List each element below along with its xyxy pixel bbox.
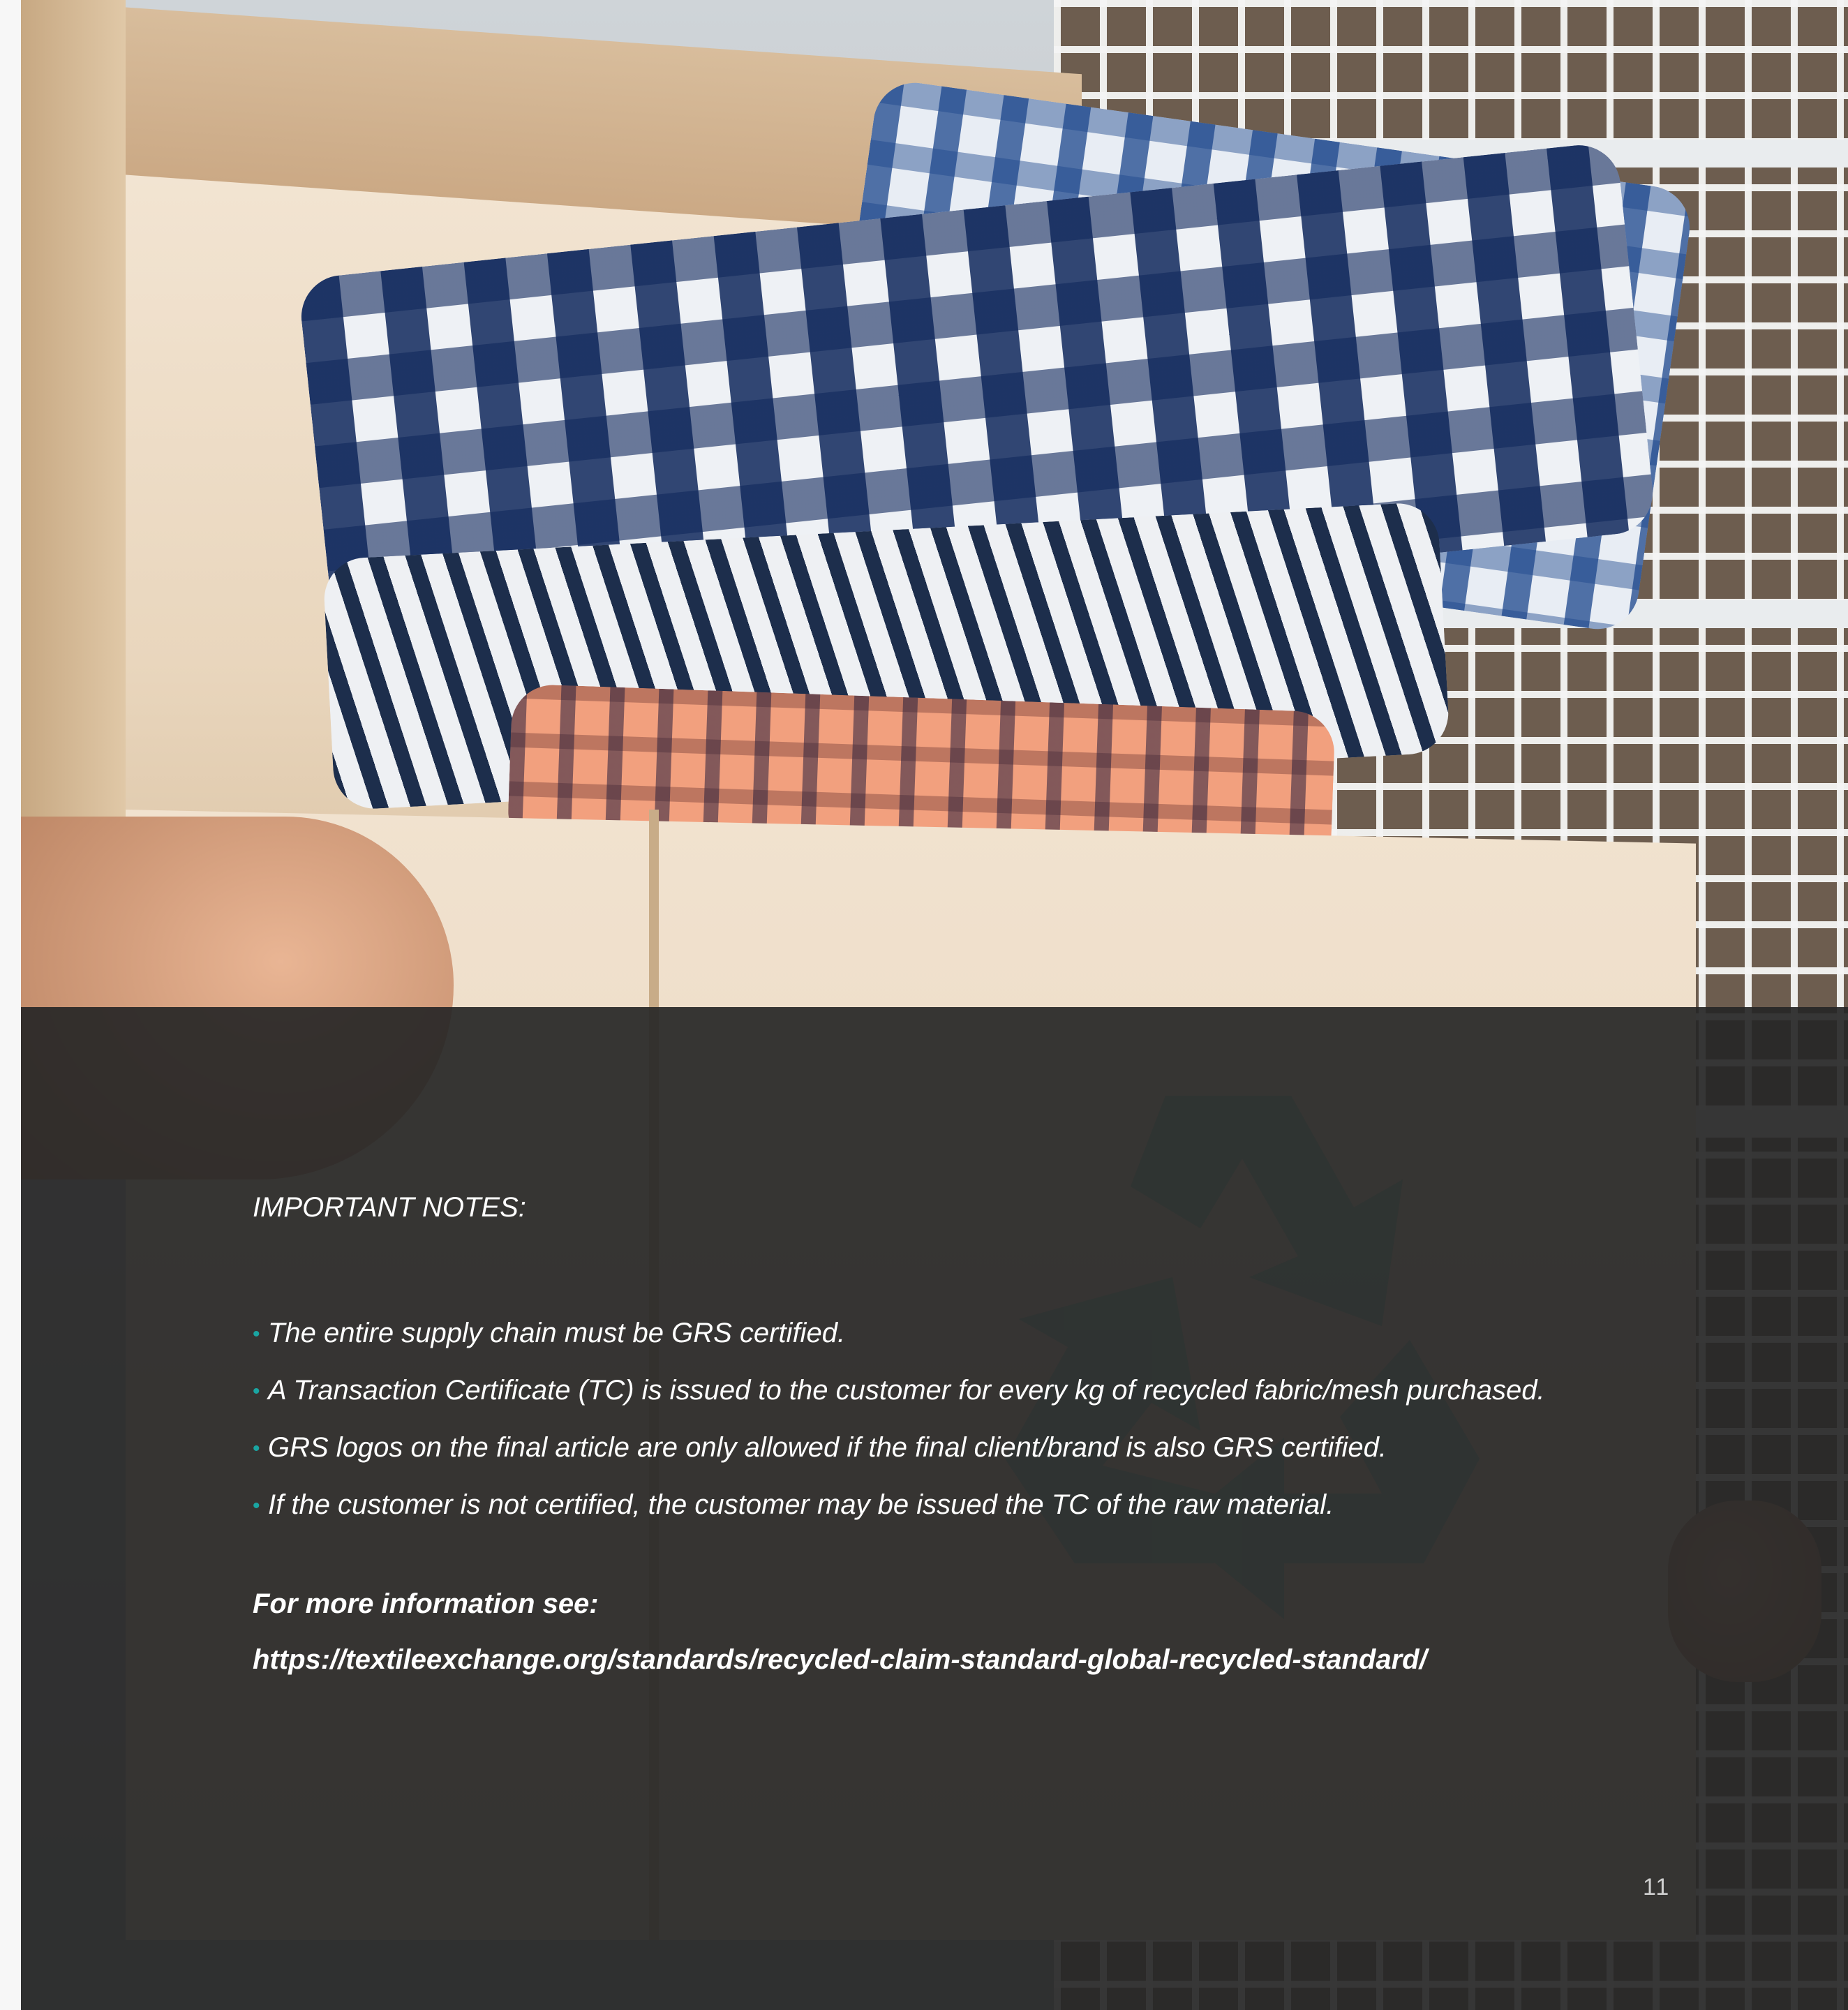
note-item: • A Transaction Certificate (TC) is issue… [253, 1362, 1648, 1420]
notes-list: • The entire supply chain must be GRS cer… [253, 1305, 1648, 1534]
note-item: • GRS logos on the final article are only… [253, 1420, 1648, 1477]
note-item: • The entire supply chain must be GRS cer… [253, 1305, 1648, 1362]
note-item: • If the customer is not certified, the c… [253, 1477, 1648, 1534]
note-text: If the customer is not certified, the cu… [268, 1489, 1334, 1520]
note-text: A Transaction Certificate (TC) is issued… [268, 1375, 1545, 1406]
more-info: For more information see: https://textil… [253, 1576, 1648, 1688]
page-number: 11 [1643, 1874, 1671, 1900]
bullet-dot: • [253, 1380, 260, 1403]
notes-content: IMPORTANT NOTES: • The entire supply chai… [253, 1186, 1648, 1688]
more-info-link[interactable]: https://textileexchange.org/standards/re… [253, 1644, 1427, 1675]
more-info-label: For more information see: [253, 1588, 599, 1619]
notes-title: IMPORTANT NOTES: [253, 1192, 526, 1223]
note-text: GRS logos on the final article are only … [268, 1432, 1387, 1463]
document-page: IMPORTANT NOTES: • The entire supply chai… [21, 0, 1848, 2010]
bullet-dot: • [253, 1437, 260, 1460]
bullet-dot: • [253, 1494, 260, 1517]
note-text: The entire supply chain must be GRS cert… [268, 1318, 846, 1348]
bullet-dot: • [253, 1323, 260, 1346]
